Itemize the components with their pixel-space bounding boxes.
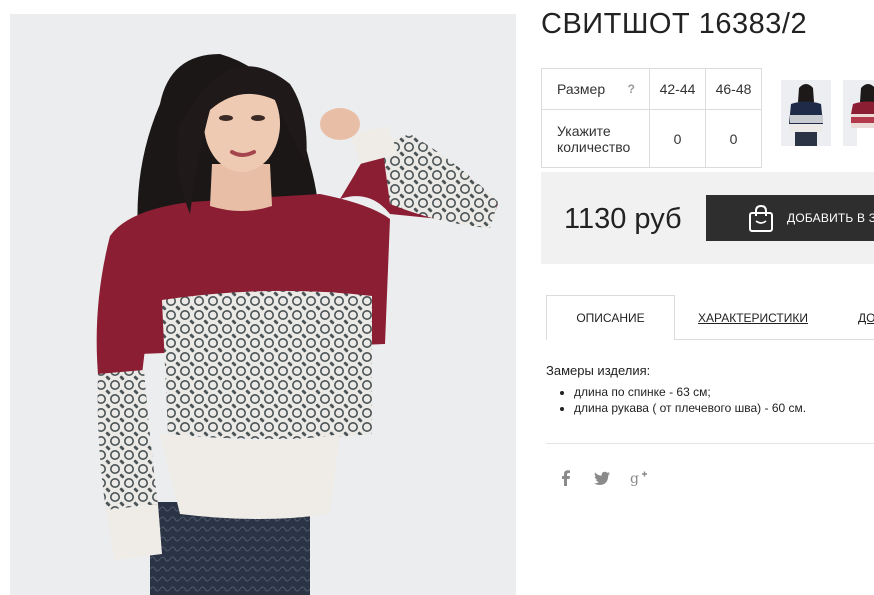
thumb-navy-variant[interactable] — [781, 80, 831, 146]
price-panel: 1130 руб ДОБАВИТЬ В З — [541, 172, 874, 264]
thumb-red-variant[interactable] — [843, 80, 874, 146]
shopping-bag-icon — [749, 205, 773, 232]
description-list: длина по спинке - 63 см; длина рукава ( … — [546, 384, 874, 416]
quantity-input[interactable]: 0 — [705, 109, 762, 168]
svg-text:g: g — [630, 471, 639, 487]
quantity-label-line2: количество — [557, 138, 631, 155]
twitter-icon[interactable] — [592, 468, 612, 488]
product-title: СВИТШОТ 16383/2 — [541, 8, 808, 40]
product-photo[interactable] — [10, 14, 516, 595]
facebook-icon[interactable] — [556, 468, 576, 488]
quantity-label-line1: Укажите — [557, 122, 611, 139]
section-divider — [546, 443, 874, 444]
size-label-cell: Размер ? — [541, 68, 650, 110]
product-price: 1130 руб — [564, 203, 682, 235]
thumbnail-image — [851, 84, 874, 146]
tab-description[interactable]: ОПИСАНИЕ — [546, 295, 675, 340]
size-help-icon[interactable]: ? — [628, 81, 635, 97]
product-photo-illustration — [96, 54, 498, 595]
size-label: Размер — [557, 81, 606, 97]
size-option: 42-44 — [649, 68, 706, 110]
size-quantity-table: Размер ? 42-44 46-48 Укажите количество … — [541, 68, 762, 168]
quantity-input[interactable]: 0 — [649, 109, 706, 168]
tab-characteristics[interactable]: ХАРАКТЕРИСТИКИ — [698, 296, 808, 340]
tab-more[interactable]: ДО — [858, 296, 874, 340]
quantity-label-cell: Укажите количество — [541, 109, 650, 168]
add-to-cart-label: ДОБАВИТЬ В З — [787, 211, 874, 225]
list-item: длина рукава ( от плечевого шва) - 60 см… — [574, 400, 874, 416]
thumbnail-image — [789, 84, 823, 146]
google-plus-icon[interactable]: g — [629, 468, 649, 488]
description-heading: Замеры изделия: — [546, 363, 651, 378]
size-option: 46-48 — [705, 68, 762, 110]
add-to-cart-button[interactable]: ДОБАВИТЬ В З — [706, 195, 874, 241]
list-item: длина по спинке - 63 см; — [574, 384, 874, 400]
